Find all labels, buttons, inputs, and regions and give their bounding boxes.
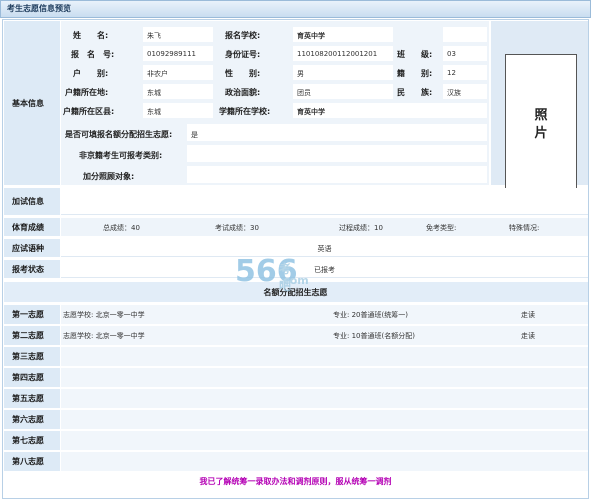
idno-label: 身份证号: xyxy=(225,50,261,59)
quota-eligible-label: 是否可填报名额分配招生志愿: xyxy=(65,130,173,139)
pe-total-score: 总成绩：40 xyxy=(103,224,140,232)
extra-exam-label: 加试信息 xyxy=(12,197,44,206)
district-value: 东城 xyxy=(147,108,161,116)
choice-label: 第五志愿 xyxy=(12,394,44,403)
photo-label-2: 片 xyxy=(534,126,548,141)
gender-value: 男 xyxy=(297,70,304,78)
school-district-value: 育英中学 xyxy=(297,108,325,116)
language-value: 英语 xyxy=(317,245,332,253)
school-district-label: 学籍所在学校: xyxy=(219,107,271,116)
choice-row xyxy=(61,410,588,429)
choice-row xyxy=(61,431,588,450)
choice-label: 第一志愿 xyxy=(12,310,44,319)
name-value: 朱飞 xyxy=(147,32,161,40)
regno-value: 01092989111 xyxy=(147,50,196,58)
class-value: 03 xyxy=(447,50,456,58)
school-value: 育英中学 xyxy=(297,32,325,40)
choice-label: 第六志愿 xyxy=(12,415,44,424)
status-value: 已报考 xyxy=(314,266,335,274)
hukou-location-label: 户籍所在地: xyxy=(65,88,109,97)
pe-special-case: 特殊情况: xyxy=(509,224,540,232)
preview-form: 基本信息 姓 名: 朱飞 报名学校: 育英中学 报 名 号: 010929891… xyxy=(2,19,589,499)
choice-label: 第四志愿 xyxy=(12,373,44,382)
pe-process-score: 过程成绩：10 xyxy=(339,224,383,232)
political-value: 团员 xyxy=(297,89,311,97)
site-watermark: 566 考吧 .com xyxy=(235,254,309,293)
political-label: 政治面貌: xyxy=(225,88,261,97)
watermark-domain: .com xyxy=(279,274,309,287)
choice-major: 专业: 20普通班(统筹一) xyxy=(333,311,408,319)
hukou-type-label: 户 别: xyxy=(73,69,109,78)
ethnic-value: 汉族 xyxy=(447,89,461,97)
idno-value: 110108200112001201 xyxy=(297,50,378,58)
status-label: 报考状态 xyxy=(12,264,44,274)
age-label: 籍 别: xyxy=(397,69,433,78)
photo-placeholder: 照 片 xyxy=(505,54,577,196)
district-label: 户籍所在区县: xyxy=(63,107,115,116)
pe-score-label: 体育成绩 xyxy=(12,222,44,232)
bonus-label: 加分照顾对象: xyxy=(83,172,135,181)
ethnic-label: 民 族: xyxy=(397,88,433,97)
gender-label: 性 别: xyxy=(225,69,261,78)
language-label: 应试语种 xyxy=(12,243,44,253)
choice-label: 第二志愿 xyxy=(12,331,44,340)
choice-row xyxy=(61,368,588,387)
hukou-location-value: 东城 xyxy=(147,89,161,97)
quota-eligible-value: 是 xyxy=(191,131,198,139)
choice-school: 志愿学校: 北京一零一中学 xyxy=(63,311,145,319)
age-value: 12 xyxy=(447,69,456,77)
choice-label: 第八志愿 xyxy=(12,457,44,466)
choice-school: 志愿学校: 北京一零一中学 xyxy=(63,332,145,340)
pe-exempt-type: 免考类型: xyxy=(426,224,457,232)
school-label: 报名学校: xyxy=(225,31,261,40)
choice-row xyxy=(61,452,588,471)
notice-text: 我已了解统筹一录取办法和调剂原则，服从统筹一调剂 xyxy=(199,477,392,486)
name-label: 姓 名: xyxy=(73,31,109,40)
photo-label-1: 照 xyxy=(534,108,548,123)
hukou-type-value: 非农户 xyxy=(147,70,168,78)
choice-row xyxy=(61,389,588,408)
choice-row xyxy=(61,347,588,366)
choice-mode: 走读 xyxy=(521,311,535,319)
extra-exam-value xyxy=(61,188,588,215)
class-label: 班 级: xyxy=(397,50,433,59)
choice-label: 第三志愿 xyxy=(12,352,44,361)
choice-mode: 走读 xyxy=(521,332,535,340)
choice-label: 第七志愿 xyxy=(12,436,44,445)
choice-major: 专业: 10普通班(名额分配) xyxy=(333,332,415,340)
nonbj-category-label: 非京籍考生可报考类别: xyxy=(79,151,163,160)
pe-exam-score: 考试成绩：30 xyxy=(215,224,259,232)
basic-info-label: 基本信息 xyxy=(12,98,44,108)
window-title: 考生志愿信息预览 xyxy=(0,0,591,18)
regno-label: 报 名 号: xyxy=(71,50,115,59)
